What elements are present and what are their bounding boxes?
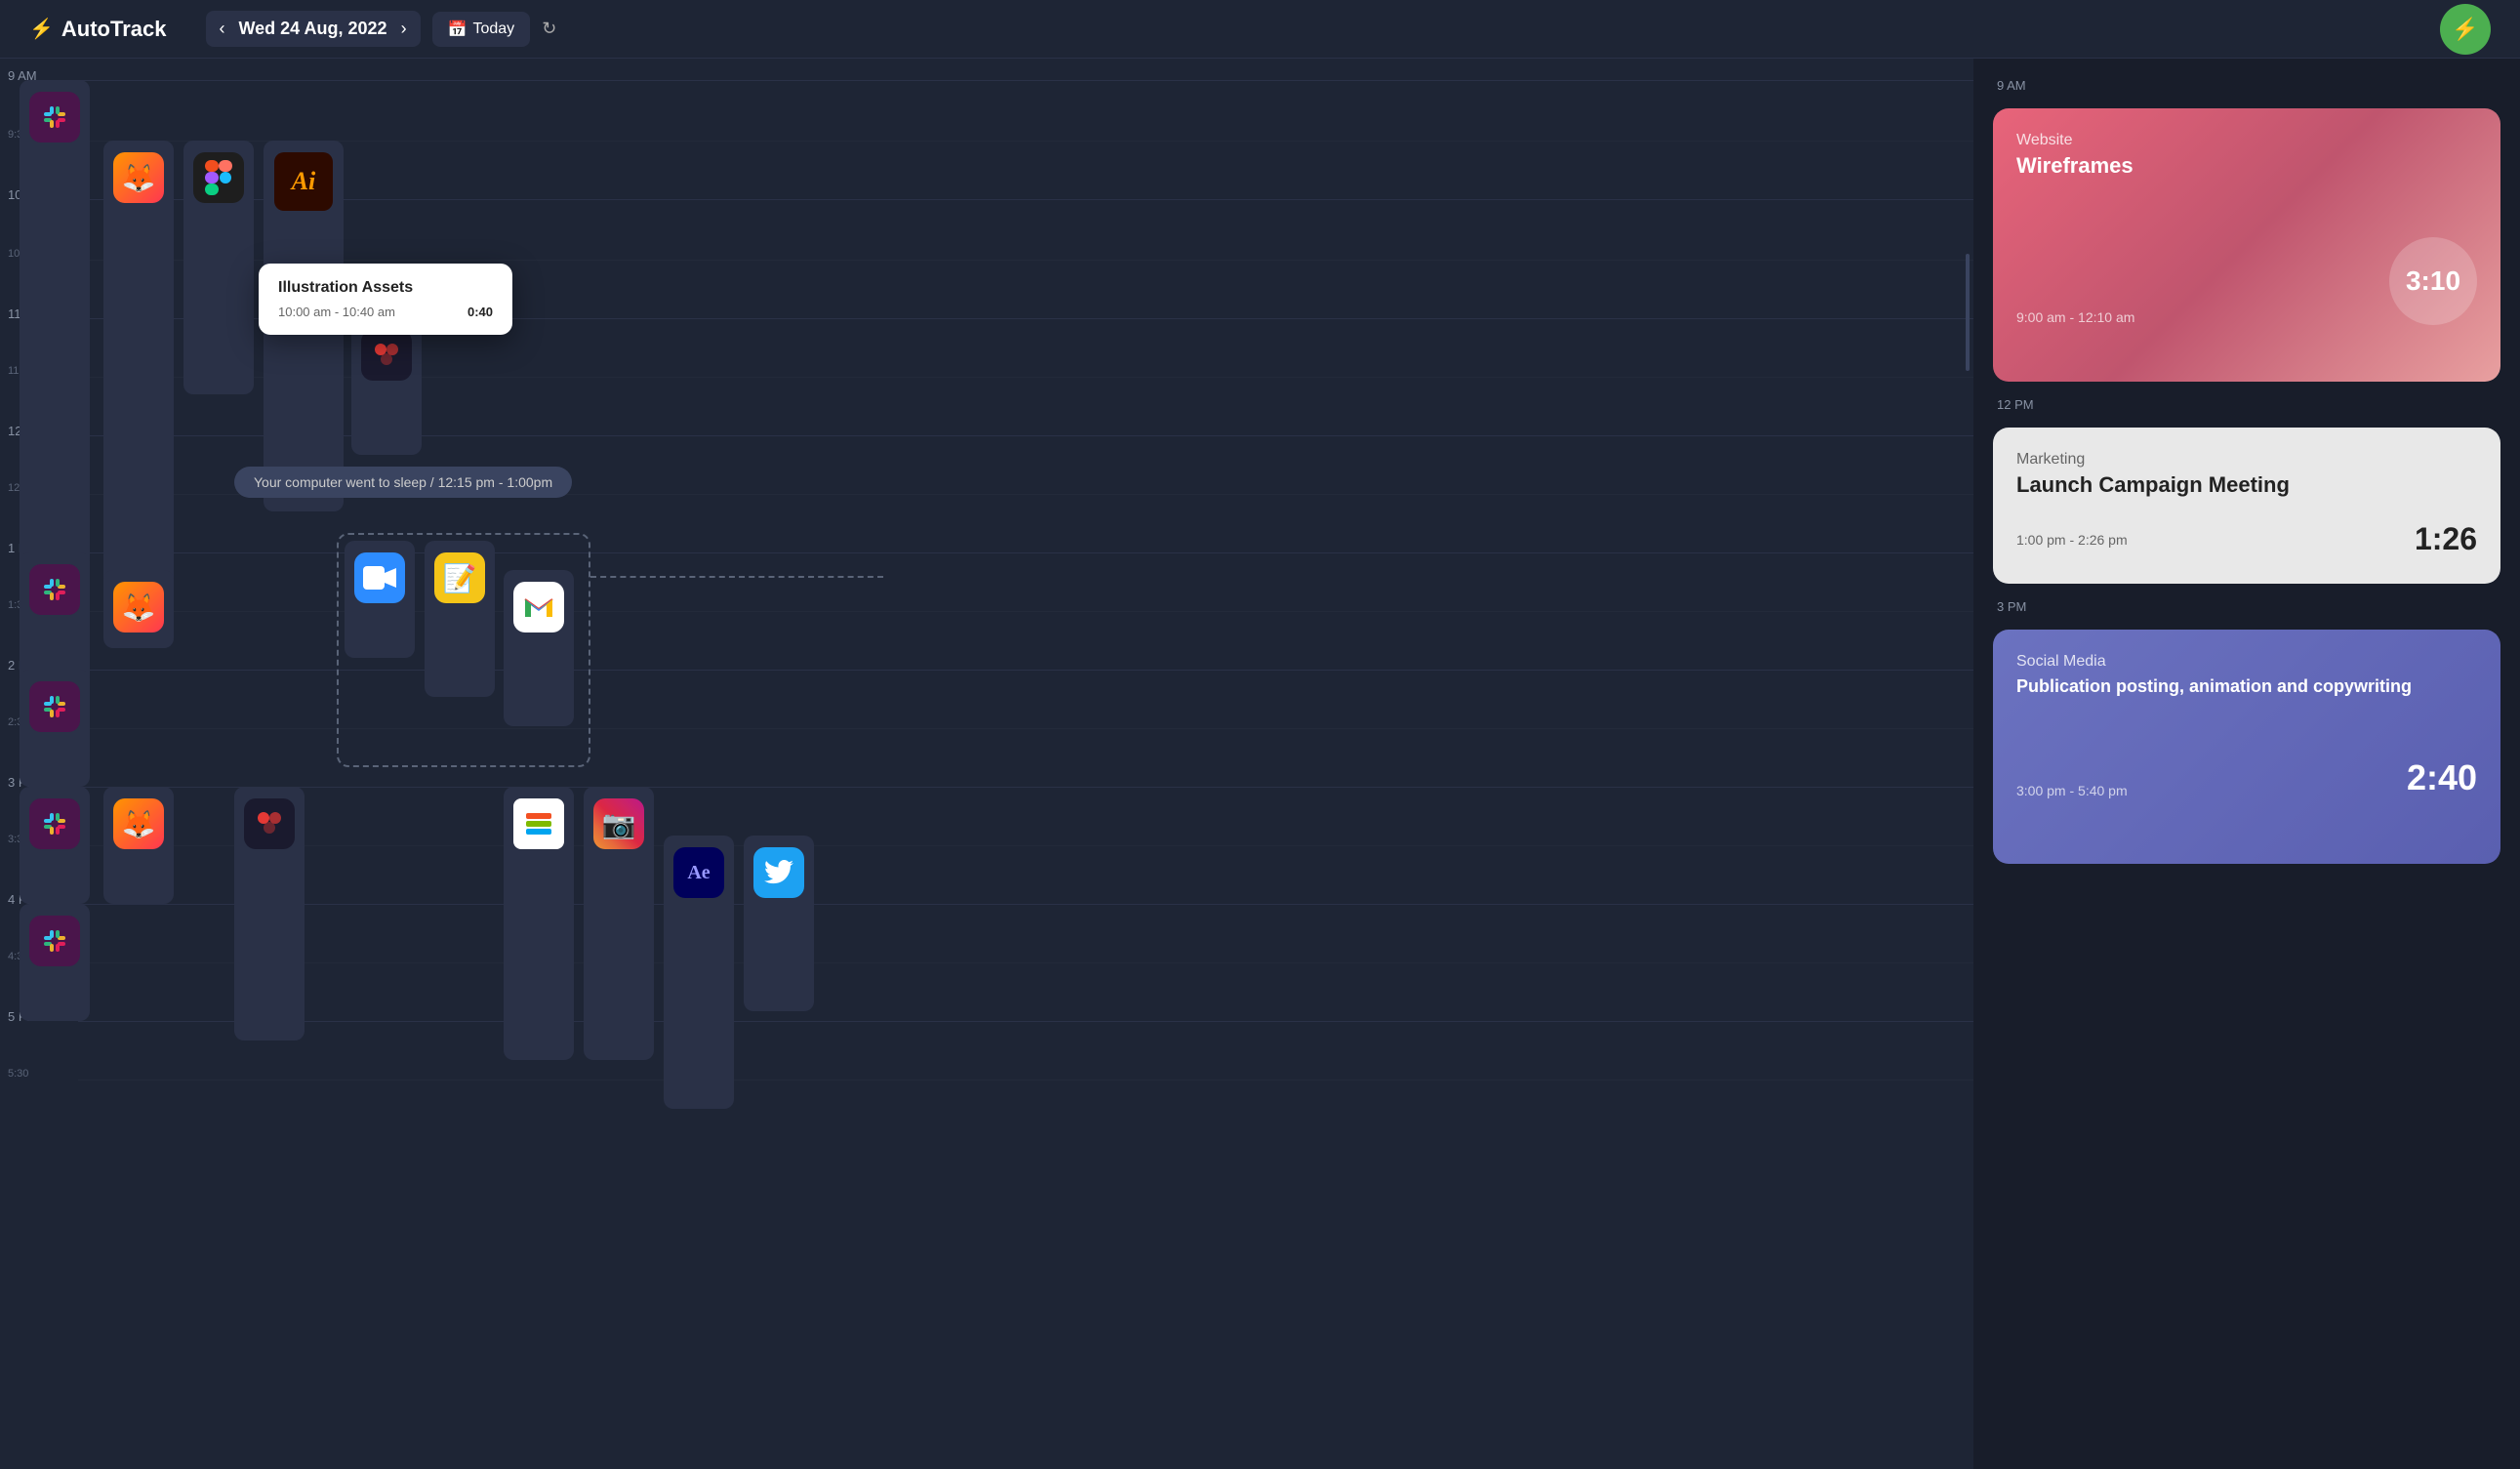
refresh-button[interactable]: ↻: [542, 19, 556, 39]
app-block-ae[interactable]: Ae: [664, 836, 734, 1109]
popup-title: Illustration Assets: [278, 279, 493, 297]
social-time-start: 3:00 pm: [2016, 783, 2066, 798]
date-picker: ‹ Wed 24 Aug, 2022 ›: [206, 11, 421, 47]
event-title-marketing: Launch Campaign Meeting: [2016, 472, 2477, 498]
event-title-website: Wireframes: [2016, 153, 2477, 179]
popup-duration: 0:40: [467, 305, 493, 319]
header-right: ⚡: [2440, 4, 2491, 55]
time-label-530: 5:30: [8, 1068, 66, 1080]
app-name: AutoTrack: [61, 17, 167, 42]
davinci-icon-2: [244, 798, 295, 849]
marketing-footer: 1:00 pm - 2:26 pm 1:26: [2016, 521, 2477, 557]
right-panel: 9 AM Website Wireframes 9:00 am - 12:10 …: [1973, 59, 2520, 1469]
slack-icon-4: [29, 798, 80, 849]
app-block-slack3[interactable]: [20, 670, 90, 787]
today-button[interactable]: 📅 Today: [432, 12, 531, 47]
calendar-icon: 📅: [448, 20, 467, 39]
website-time-start: 9:00 am: [2016, 309, 2066, 325]
ae-icon-1: Ae: [673, 847, 724, 898]
marketing-time-end: 2:26 pm: [2078, 532, 2128, 548]
ai-button[interactable]: ⚡: [2440, 4, 2491, 55]
marketing-duration: 1:26: [2415, 521, 2477, 557]
lightning-icon: ⚡: [29, 17, 54, 41]
asana-icon-1: [513, 798, 564, 849]
app-block-slack4[interactable]: [20, 787, 90, 904]
slack-icon-1: [29, 92, 80, 143]
right-time-3pm: 3 PM: [1997, 599, 2026, 614]
next-date-button[interactable]: ›: [401, 19, 407, 39]
app-block-slack5[interactable]: [20, 904, 90, 1021]
sleep-tooltip: Your computer went to sleep / 12:15 pm -…: [234, 467, 572, 498]
instagram-icon-1: 📷: [593, 798, 644, 849]
twitter-icon-1: [753, 847, 804, 898]
website-time-end: 12:10 am: [2078, 309, 2134, 325]
event-title-social: Publication posting, animation and copyw…: [2016, 674, 2477, 699]
lightning-bolt-icon: ⚡: [2452, 17, 2478, 42]
popup-time-row: 10:00 am - 10:40 am 0:40: [278, 305, 493, 319]
event-card-social[interactable]: Social Media Publication posting, animat…: [1993, 630, 2500, 864]
app-block-davinci1[interactable]: [351, 318, 422, 455]
slack-icon-3: [29, 681, 80, 732]
dashed-connector: [590, 576, 883, 578]
firefox-icon-1: 🦊: [113, 152, 164, 203]
app-block-twitter[interactable]: [744, 836, 814, 1011]
app-block-gmail[interactable]: [504, 570, 574, 726]
app-block-firefox1[interactable]: 🦊: [103, 141, 174, 609]
sleep-text: Your computer went to sleep / 12:15 pm -…: [254, 474, 552, 490]
app-block-firefox2[interactable]: 🦊: [103, 570, 174, 648]
app-block-stickies[interactable]: 📝: [425, 541, 495, 697]
right-time-9am: 9 AM: [1997, 78, 2026, 93]
app-block-zoom[interactable]: [345, 541, 415, 658]
current-date: Wed 24 Aug, 2022: [239, 19, 387, 39]
firefox-icon-3: 🦊: [113, 798, 164, 849]
illustration-popup: Illustration Assets 10:00 am - 10:40 am …: [259, 264, 512, 335]
website-duration: 3:10: [2389, 237, 2477, 325]
app-block-figma1[interactable]: [183, 141, 254, 394]
zoom-icon-1: [354, 552, 405, 603]
social-time-end: 5:40 pm: [2078, 783, 2128, 798]
gmail-icon-1: [513, 582, 564, 632]
ai-icon-1: Ai: [274, 152, 333, 211]
slack-icon-5: [29, 916, 80, 966]
header: ⚡ AutoTrack ‹ Wed 24 Aug, 2022 › 📅 Today…: [0, 0, 2520, 59]
marketing-time-start: 1:00 pm: [2016, 532, 2066, 548]
event-category-website: Website: [2016, 132, 2477, 149]
app-block-firefox3[interactable]: 🦊: [103, 787, 174, 904]
event-footer-website: 9:00 am - 12:10 am 3:10: [2016, 237, 2477, 325]
event-card-website[interactable]: Website Wireframes 9:00 am - 12:10 am 3:…: [1993, 108, 2500, 382]
right-time-12pm: 12 PM: [1997, 397, 2034, 412]
event-card-marketing[interactable]: Marketing Launch Campaign Meeting 1:00 p…: [1993, 428, 2500, 584]
main-content: 9 AM 9:30 10 AM 10:30 11 AM 11:30 12 PM …: [0, 59, 2520, 1469]
firefox-icon-2: 🦊: [113, 582, 164, 632]
popup-time: 10:00 am - 10:40 am: [278, 305, 395, 319]
prev-date-button[interactable]: ‹: [220, 19, 225, 39]
app-block-davinci2[interactable]: [234, 787, 305, 1041]
figma-icon-1: [193, 152, 244, 203]
slack-icon-2: [29, 564, 80, 615]
logo: ⚡ AutoTrack: [29, 17, 167, 42]
timeline[interactable]: 9 AM 9:30 10 AM 10:30 11 AM 11:30 12 PM …: [0, 59, 1973, 1469]
davinci-icon-1: [361, 330, 412, 381]
stickies-icon-1: 📝: [434, 552, 485, 603]
event-category-marketing: Marketing: [2016, 451, 2477, 469]
social-duration: 2:40: [2407, 757, 2477, 798]
date-nav: ‹ Wed 24 Aug, 2022 › 📅 Today ↻: [206, 11, 557, 47]
event-category-social: Social Media: [2016, 653, 2477, 671]
app-block-asana[interactable]: [504, 787, 574, 1060]
scroll-indicator: [1966, 254, 1970, 371]
social-footer: 3:00 pm - 5:40 pm 2:40: [2016, 757, 2477, 798]
app-block-instagram[interactable]: 📷: [584, 787, 654, 1060]
